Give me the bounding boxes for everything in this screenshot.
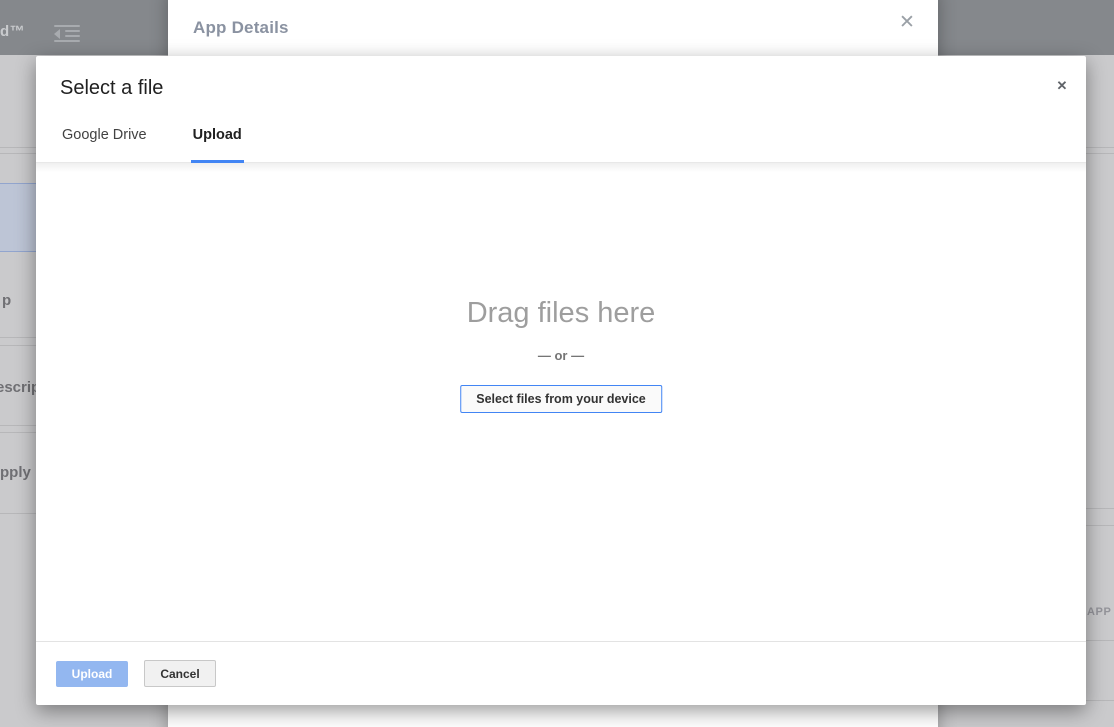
tab-bar: Google Drive Upload [36,110,1086,163]
dropzone-heading: Drag files here [36,297,1086,330]
dialog-footer: Upload Cancel [36,641,1086,705]
background-divider [1086,508,1114,509]
background-partial-label-app: APP [1087,606,1111,618]
select-files-button[interactable]: Select files from your device [460,385,662,413]
background-partial-label: p [2,292,11,309]
close-icon[interactable]: ✕ [896,12,918,34]
background-divider [0,513,36,514]
tab-google-drive[interactable]: Google Drive [60,127,149,163]
screen: d™ p escript pply APP App Details ✕ Sele… [0,0,1114,727]
select-file-dialog: Select a file ✕ Google Drive Upload Drag… [36,56,1086,705]
background-partial-label: pply [0,464,31,481]
background-divider [1086,700,1114,701]
cancel-button[interactable]: Cancel [144,660,216,687]
close-icon[interactable]: ✕ [1052,76,1072,96]
tab-upload[interactable]: Upload [191,127,244,163]
background-divider [0,337,36,338]
background-divider [1086,640,1114,641]
background-divider [0,345,36,346]
indent-decrease-icon[interactable] [54,25,80,43]
upload-dropzone[interactable]: Drag files here — or — Select files from… [36,163,1086,641]
app-details-title: App Details [193,18,289,38]
background-divider [0,425,36,426]
brand-logo-fragment: d™ [0,23,25,40]
upload-button[interactable]: Upload [56,661,128,687]
background-divider [0,432,36,433]
dropzone-separator: — or — [36,348,1086,363]
dialog-title: Select a file [60,77,163,100]
background-divider [1086,525,1114,526]
